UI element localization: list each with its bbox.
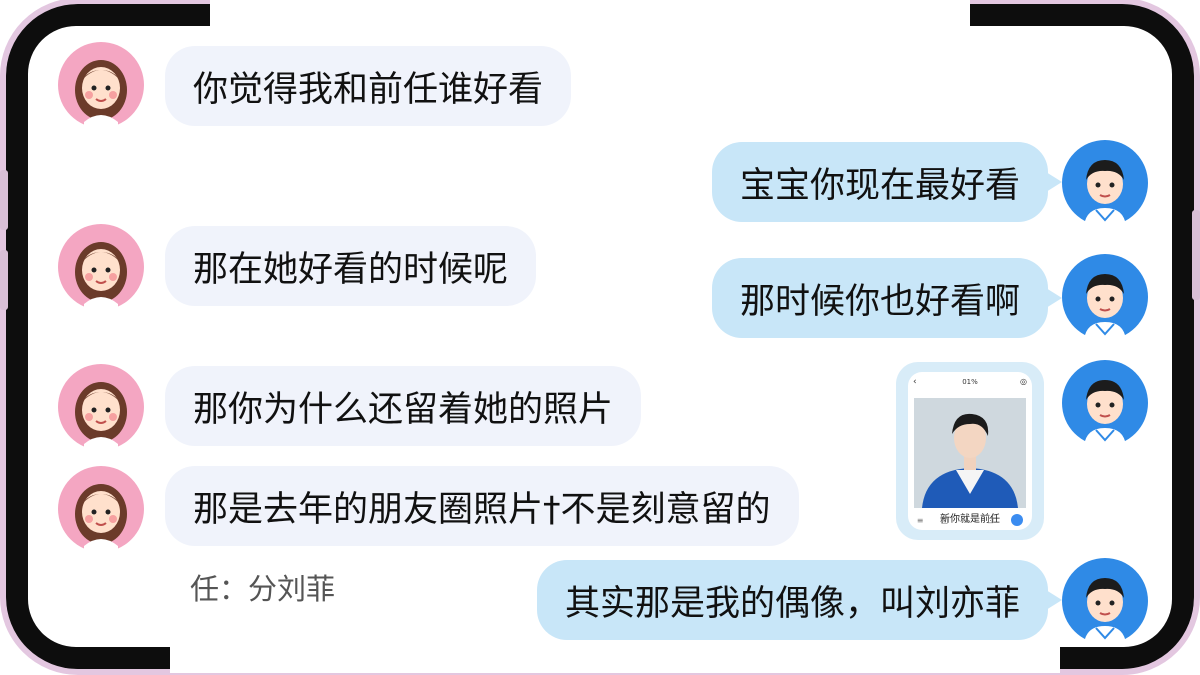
message-bubble[interactable]: 其实那是我的偶像，叫刘亦菲 bbox=[536, 560, 1063, 640]
thumbnail-toolbar: ≡ ▢ ▸ ⊡ bbox=[908, 513, 1032, 527]
image-message[interactable]: ‹ 01% ◎ 新你就是前任 ≡ ▢ ▸ ⊡ bbox=[896, 362, 1044, 540]
send-icon bbox=[1011, 514, 1024, 526]
photo-image bbox=[914, 398, 1026, 508]
frame-bottom-gap bbox=[170, 640, 1060, 673]
caption-text: 任：分刘菲 bbox=[190, 572, 336, 606]
boy-avatar[interactable] bbox=[1062, 558, 1148, 644]
message-bubble[interactable]: 你觉得我和前任谁好看 bbox=[165, 46, 572, 126]
message-bubble[interactable]: 那在她好看的时候呢 bbox=[165, 226, 537, 306]
thumbnail-screen: ‹ 01% ◎ 新你就是前任 ≡ ▢ ▸ ⊡ bbox=[908, 372, 1032, 530]
message-bubble[interactable]: 宝宝你现在最好看 bbox=[711, 142, 1063, 222]
side-button bbox=[0, 170, 8, 230]
boy-avatar[interactable] bbox=[1062, 254, 1148, 340]
message-bubble[interactable]: 那你为什么还留着她的照片 bbox=[165, 366, 642, 446]
frame-top-gap bbox=[210, 0, 970, 30]
girl-avatar[interactable] bbox=[58, 364, 144, 450]
girl-avatar[interactable] bbox=[58, 466, 144, 552]
grid-icon: ▢ bbox=[940, 515, 949, 525]
boy-avatar[interactable] bbox=[1062, 140, 1148, 226]
girl-avatar[interactable] bbox=[58, 42, 144, 128]
girl-avatar[interactable] bbox=[58, 224, 144, 310]
side-button bbox=[0, 250, 8, 310]
side-button bbox=[1192, 210, 1200, 300]
boy-avatar[interactable] bbox=[1062, 360, 1148, 446]
menu-icon: ≡ bbox=[916, 515, 924, 525]
message-bubble[interactable]: 那是去年的朋友圈照片†不是刻意留的 bbox=[165, 466, 799, 546]
message-bubble[interactable]: 那时候你也好看啊 bbox=[711, 258, 1063, 338]
play-icon: ▸ bbox=[965, 515, 970, 525]
copy-icon: ⊡ bbox=[987, 515, 994, 525]
thumbnail-top-label: 01% bbox=[962, 378, 978, 386]
camera-icon: ◎ bbox=[1020, 377, 1027, 386]
